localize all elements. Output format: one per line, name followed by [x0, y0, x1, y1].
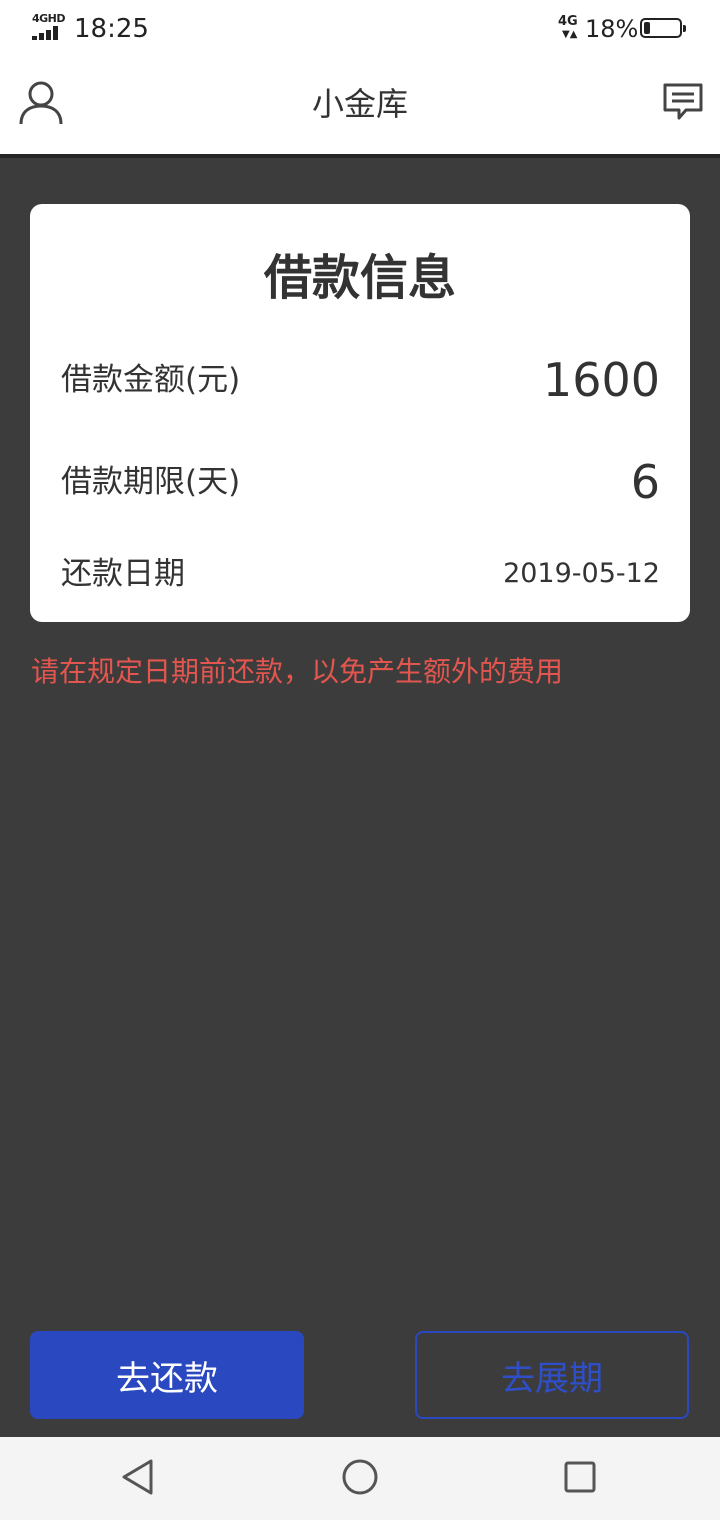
battery-fill [644, 22, 650, 34]
mobile-network-label: 4G [558, 14, 578, 29]
extend-button[interactable]: 去展期 [415, 1331, 689, 1419]
message-icon[interactable] [662, 82, 704, 122]
card-title: 借款信息 [263, 250, 456, 306]
loan-term-value: 6 [630, 455, 660, 509]
repay-button[interactable]: 去还款 [30, 1331, 304, 1419]
header-divider [0, 154, 720, 158]
navigation-bar [0, 1437, 720, 1520]
recent-square-icon[interactable] [560, 1457, 600, 1497]
loan-info-card: 借款信息 借款金额(元) 1600 借款期限(天) 6 还款日期 2019-05… [30, 204, 690, 622]
signal-icon: 4GHD [32, 12, 66, 42]
loan-amount-value: 1600 [542, 353, 660, 407]
status-bar: 4GHD 18:25 4G ▼▲ 18% [0, 0, 720, 58]
mobile-data-icon: 4G ▼▲ [558, 14, 578, 40]
repayment-notice: 请在规定日期前还款，以免产生额外的费用 [31, 655, 564, 688]
status-time: 18:25 [74, 14, 149, 44]
battery-icon [640, 18, 686, 38]
back-triangle-icon[interactable] [118, 1457, 158, 1497]
loan-term-label: 借款期限(天) [61, 464, 241, 500]
loan-amount-label: 借款金额(元) [61, 362, 241, 398]
repay-date-value: 2019-05-12 [503, 558, 660, 589]
page-title: 小金库 [311, 85, 408, 123]
network-type-label: 4GHD [32, 12, 66, 25]
home-circle-icon[interactable] [340, 1457, 380, 1497]
app-header: 小金库 [0, 58, 720, 154]
battery-percent: 18% [585, 15, 639, 43]
repay-date-label: 还款日期 [61, 556, 185, 592]
